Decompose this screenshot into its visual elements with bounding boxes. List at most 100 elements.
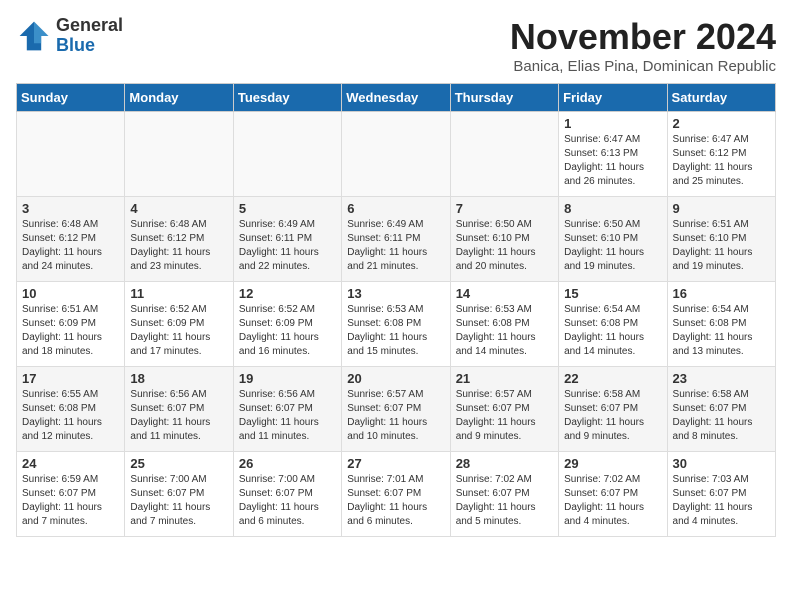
calendar-cell — [125, 112, 233, 197]
day-number: 12 — [239, 286, 336, 301]
calendar-cell — [342, 112, 450, 197]
day-info: Sunrise: 7:03 AM Sunset: 6:07 PM Dayligh… — [673, 473, 770, 529]
calendar-cell: 23 Sunrise: 6:58 AM Sunset: 6:07 PM Dayli… — [667, 367, 775, 452]
day-number: 3 — [22, 201, 119, 216]
day-info: Sunrise: 6:48 AM Sunset: 6:12 PM Dayligh… — [22, 218, 119, 274]
day-info: Sunrise: 6:52 AM Sunset: 6:09 PM Dayligh… — [239, 303, 336, 359]
calendar-cell: 27 Sunrise: 7:01 AM Sunset: 6:07 PM Dayli… — [342, 452, 450, 537]
calendar-cell: 12 Sunrise: 6:52 AM Sunset: 6:09 PM Dayli… — [233, 282, 341, 367]
calendar-cell: 3 Sunrise: 6:48 AM Sunset: 6:12 PM Daylig… — [17, 197, 125, 282]
day-number: 27 — [347, 456, 444, 471]
calendar-cell: 26 Sunrise: 7:00 AM Sunset: 6:07 PM Dayli… — [233, 452, 341, 537]
calendar-cell: 14 Sunrise: 6:53 AM Sunset: 6:08 PM Dayli… — [450, 282, 558, 367]
day-info: Sunrise: 6:57 AM Sunset: 6:07 PM Dayligh… — [347, 388, 444, 444]
day-number: 9 — [673, 201, 770, 216]
day-header-friday: Friday — [559, 84, 667, 112]
page-header: General Blue November 2024 Banica, Elias… — [16, 16, 776, 75]
day-info: Sunrise: 6:55 AM Sunset: 6:08 PM Dayligh… — [22, 388, 119, 444]
day-number: 19 — [239, 371, 336, 386]
calendar-cell: 8 Sunrise: 6:50 AM Sunset: 6:10 PM Daylig… — [559, 197, 667, 282]
calendar-cell: 24Sunrise: 6:59 AM Sunset: 6:07 PM Dayli… — [17, 452, 125, 537]
day-info: Sunrise: 6:54 AM Sunset: 6:08 PM Dayligh… — [673, 303, 770, 359]
calendar-cell — [17, 112, 125, 197]
day-number: 18 — [130, 371, 227, 386]
day-info: Sunrise: 6:52 AM Sunset: 6:09 PM Dayligh… — [130, 303, 227, 359]
day-info: Sunrise: 6:51 AM Sunset: 6:10 PM Dayligh… — [673, 218, 770, 274]
day-info: Sunrise: 6:58 AM Sunset: 6:07 PM Dayligh… — [673, 388, 770, 444]
day-info: Sunrise: 6:50 AM Sunset: 6:10 PM Dayligh… — [456, 218, 553, 274]
day-number: 8 — [564, 201, 661, 216]
day-header-wednesday: Wednesday — [342, 84, 450, 112]
day-number: 28 — [456, 456, 553, 471]
day-number: 15 — [564, 286, 661, 301]
location-subtitle: Banica, Elias Pina, Dominican Republic — [510, 58, 776, 75]
day-info: Sunrise: 6:56 AM Sunset: 6:07 PM Dayligh… — [130, 388, 227, 444]
calendar-cell: 10Sunrise: 6:51 AM Sunset: 6:09 PM Dayli… — [17, 282, 125, 367]
calendar-cell: 28 Sunrise: 7:02 AM Sunset: 6:07 PM Dayli… — [450, 452, 558, 537]
day-info: Sunrise: 6:50 AM Sunset: 6:10 PM Dayligh… — [564, 218, 661, 274]
day-info: Sunrise: 6:49 AM Sunset: 6:11 PM Dayligh… — [347, 218, 444, 274]
calendar-table: SundayMondayTuesdayWednesdayThursdayFrid… — [16, 83, 776, 537]
day-number: 5 — [239, 201, 336, 216]
calendar-cell: 30Sunrise: 7:03 AM Sunset: 6:07 PM Dayli… — [667, 452, 775, 537]
day-info: Sunrise: 6:48 AM Sunset: 6:12 PM Dayligh… — [130, 218, 227, 274]
day-info: Sunrise: 7:01 AM Sunset: 6:07 PM Dayligh… — [347, 473, 444, 529]
day-header-saturday: Saturday — [667, 84, 775, 112]
calendar-cell: 21 Sunrise: 6:57 AM Sunset: 6:07 PM Dayli… — [450, 367, 558, 452]
day-number: 23 — [673, 371, 770, 386]
day-info: Sunrise: 7:00 AM Sunset: 6:07 PM Dayligh… — [130, 473, 227, 529]
day-number: 7 — [456, 201, 553, 216]
logo-icon — [16, 18, 52, 54]
day-number: 14 — [456, 286, 553, 301]
calendar-cell: 15 Sunrise: 6:54 AM Sunset: 6:08 PM Dayli… — [559, 282, 667, 367]
calendar-week-row: 10Sunrise: 6:51 AM Sunset: 6:09 PM Dayli… — [17, 282, 776, 367]
day-number: 29 — [564, 456, 661, 471]
day-info: Sunrise: 6:53 AM Sunset: 6:08 PM Dayligh… — [456, 303, 553, 359]
day-info: Sunrise: 7:02 AM Sunset: 6:07 PM Dayligh… — [564, 473, 661, 529]
day-info: Sunrise: 6:49 AM Sunset: 6:11 PM Dayligh… — [239, 218, 336, 274]
logo-text: General Blue — [56, 16, 123, 56]
day-info: Sunrise: 7:02 AM Sunset: 6:07 PM Dayligh… — [456, 473, 553, 529]
day-number: 22 — [564, 371, 661, 386]
calendar-week-row: 17 Sunrise: 6:55 AM Sunset: 6:08 PM Dayli… — [17, 367, 776, 452]
calendar-week-row: 24Sunrise: 6:59 AM Sunset: 6:07 PM Dayli… — [17, 452, 776, 537]
calendar-week-row: 3 Sunrise: 6:48 AM Sunset: 6:12 PM Daylig… — [17, 197, 776, 282]
day-info: Sunrise: 7:00 AM Sunset: 6:07 PM Dayligh… — [239, 473, 336, 529]
calendar-cell: 7 Sunrise: 6:50 AM Sunset: 6:10 PM Daylig… — [450, 197, 558, 282]
day-number: 26 — [239, 456, 336, 471]
calendar-cell: 29 Sunrise: 7:02 AM Sunset: 6:07 PM Dayli… — [559, 452, 667, 537]
calendar-cell: 11 Sunrise: 6:52 AM Sunset: 6:09 PM Dayli… — [125, 282, 233, 367]
day-info: Sunrise: 6:47 AM Sunset: 6:13 PM Dayligh… — [564, 133, 661, 189]
calendar-cell: 9 Sunrise: 6:51 AM Sunset: 6:10 PM Daylig… — [667, 197, 775, 282]
day-info: Sunrise: 6:53 AM Sunset: 6:08 PM Dayligh… — [347, 303, 444, 359]
day-info: Sunrise: 6:58 AM Sunset: 6:07 PM Dayligh… — [564, 388, 661, 444]
day-number: 21 — [456, 371, 553, 386]
day-number: 6 — [347, 201, 444, 216]
calendar-cell: 5 Sunrise: 6:49 AM Sunset: 6:11 PM Daylig… — [233, 197, 341, 282]
day-number: 4 — [130, 201, 227, 216]
day-header-thursday: Thursday — [450, 84, 558, 112]
calendar-cell: 18 Sunrise: 6:56 AM Sunset: 6:07 PM Dayli… — [125, 367, 233, 452]
day-number: 11 — [130, 286, 227, 301]
calendar-cell: 13Sunrise: 6:53 AM Sunset: 6:08 PM Dayli… — [342, 282, 450, 367]
day-number: 20 — [347, 371, 444, 386]
calendar-cell — [450, 112, 558, 197]
calendar-cell: 16 Sunrise: 6:54 AM Sunset: 6:08 PM Dayli… — [667, 282, 775, 367]
calendar-cell: 6 Sunrise: 6:49 AM Sunset: 6:11 PM Daylig… — [342, 197, 450, 282]
calendar-cell: 4 Sunrise: 6:48 AM Sunset: 6:12 PM Daylig… — [125, 197, 233, 282]
day-info: Sunrise: 6:59 AM Sunset: 6:07 PM Dayligh… — [22, 473, 119, 529]
calendar-cell: 19Sunrise: 6:56 AM Sunset: 6:07 PM Dayli… — [233, 367, 341, 452]
month-title: November 2024 — [510, 16, 776, 58]
day-number: 1 — [564, 116, 661, 131]
calendar-cell: 2Sunrise: 6:47 AM Sunset: 6:12 PM Daylig… — [667, 112, 775, 197]
day-info: Sunrise: 6:54 AM Sunset: 6:08 PM Dayligh… — [564, 303, 661, 359]
day-number: 25 — [130, 456, 227, 471]
calendar-cell: 17 Sunrise: 6:55 AM Sunset: 6:08 PM Dayli… — [17, 367, 125, 452]
calendar-cell: 1 Sunrise: 6:47 AM Sunset: 6:13 PM Daylig… — [559, 112, 667, 197]
day-number: 17 — [22, 371, 119, 386]
day-info: Sunrise: 6:57 AM Sunset: 6:07 PM Dayligh… — [456, 388, 553, 444]
day-number: 16 — [673, 286, 770, 301]
calendar-cell: 25 Sunrise: 7:00 AM Sunset: 6:07 PM Dayli… — [125, 452, 233, 537]
calendar-cell — [233, 112, 341, 197]
logo: General Blue — [16, 16, 123, 56]
